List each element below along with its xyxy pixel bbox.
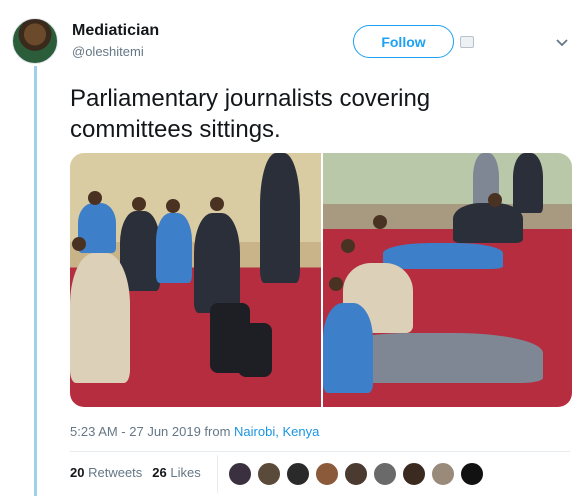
- person-head: [329, 277, 343, 291]
- likers-list: [228, 462, 484, 486]
- person-figure: [513, 153, 543, 213]
- liker-avatar-6-icon[interactable]: [373, 462, 397, 486]
- stats-separator: [217, 455, 218, 493]
- person-figure: [260, 153, 300, 283]
- liker-avatar-1-icon[interactable]: [228, 462, 252, 486]
- profile-card-icon: [460, 36, 474, 48]
- person-figure: [156, 213, 192, 283]
- liker-avatar-2-icon[interactable]: [257, 462, 281, 486]
- person-head: [210, 197, 224, 211]
- person-head: [132, 197, 146, 211]
- liker-avatar-8-icon[interactable]: [431, 462, 455, 486]
- person-figure: [194, 213, 240, 313]
- tweet-meta: 5:23 AM - 27 Jun 2019 from Nairobi, Keny…: [70, 424, 319, 439]
- retweets-count: 20: [70, 465, 85, 480]
- liker-avatar-7-icon[interactable]: [402, 462, 426, 486]
- media-grid: [70, 153, 572, 407]
- likes-count: 26: [152, 465, 167, 480]
- person-head: [341, 239, 355, 253]
- person-head: [88, 191, 102, 205]
- thread-line: [34, 66, 37, 496]
- likes-stat[interactable]: 26 Likes: [152, 465, 200, 480]
- liker-avatar-5-icon[interactable]: [344, 462, 368, 486]
- chevron-down-icon[interactable]: [555, 36, 569, 50]
- person-head: [72, 237, 86, 251]
- liker-avatar-4-icon[interactable]: [315, 462, 339, 486]
- liker-avatar-9-icon[interactable]: [460, 462, 484, 486]
- divider: [70, 451, 570, 452]
- avatar[interactable]: [12, 18, 58, 64]
- person-figure: [383, 243, 503, 269]
- liker-avatar-3-icon[interactable]: [286, 462, 310, 486]
- author-handle[interactable]: @oleshitemi: [72, 44, 144, 59]
- follow-button[interactable]: Follow: [353, 25, 454, 58]
- likes-label: Likes: [170, 465, 201, 480]
- author-name[interactable]: Mediatician: [72, 22, 159, 40]
- photo-journalists-left[interactable]: [70, 153, 321, 407]
- photo-journalists-right[interactable]: [323, 153, 572, 407]
- bag: [238, 323, 272, 377]
- person-head: [166, 199, 180, 213]
- person-head: [373, 215, 387, 229]
- person-figure: [70, 253, 130, 383]
- retweets-stat[interactable]: 20 Retweets: [70, 465, 142, 480]
- tweet-text: Parliamentary journalists covering commi…: [70, 85, 431, 143]
- person-figure: [323, 303, 373, 393]
- person-head: [488, 193, 502, 207]
- person-figure: [453, 203, 523, 243]
- retweets-label: Retweets: [88, 465, 143, 480]
- tweet-location-link[interactable]: Nairobi, Kenya: [234, 424, 319, 439]
- tweet-timestamp[interactable]: 5:23 AM - 27 Jun 2019 from: [70, 424, 234, 439]
- tweet-stats: 20 Retweets 26 Likes: [70, 465, 201, 480]
